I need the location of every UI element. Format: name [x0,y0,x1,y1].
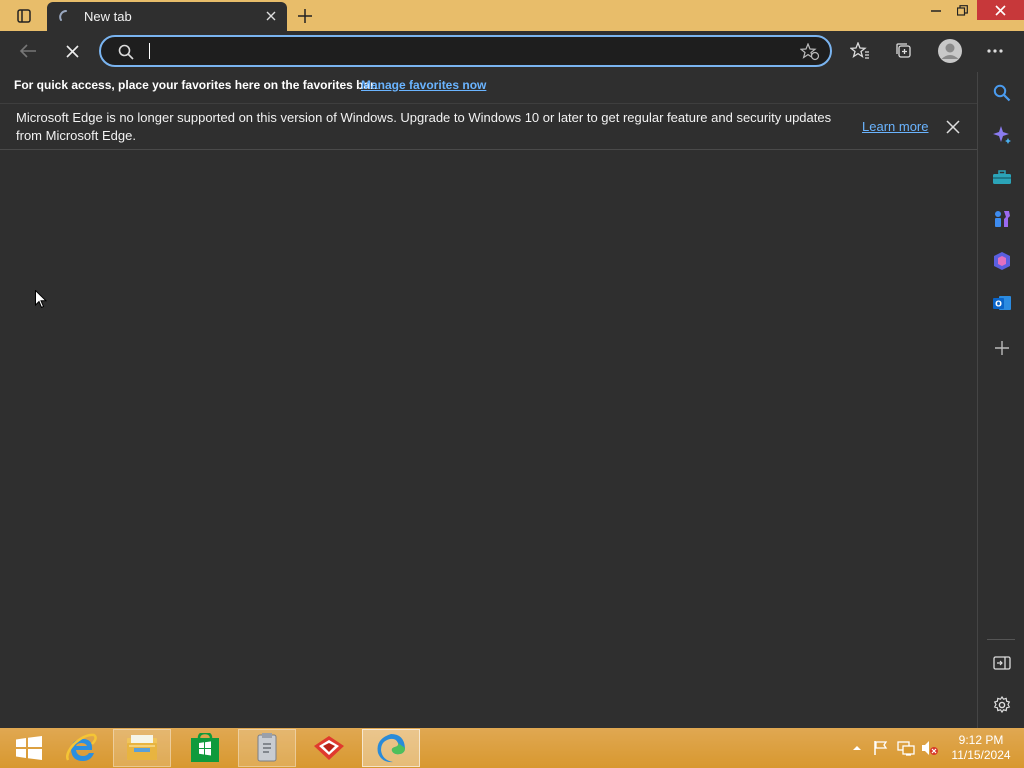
collections-icon [896,43,911,58]
sparkle-icon [993,126,1011,144]
svg-text:O: O [995,300,1002,309]
tab-new-tab[interactable]: New tab [47,2,287,31]
close-icon [946,120,960,134]
start-button[interactable] [0,729,58,767]
search-icon [118,44,134,60]
address-bar[interactable] [99,35,832,67]
tab-actions-button[interactable] [8,6,40,26]
store-icon [191,733,219,762]
minimize-button[interactable] [924,0,948,20]
sidebar-outlook-button[interactable]: O [990,291,1014,315]
sidebar-tools-button[interactable] [990,165,1014,189]
chevron-up-icon [853,746,861,750]
address-input[interactable] [147,42,787,60]
office-icon [994,252,1010,270]
navigation-toolbar [0,31,1024,72]
toolbox-icon [993,170,1011,184]
search-icon [993,84,1011,102]
close-window-button[interactable] [977,0,1024,20]
sidebar-search-button[interactable] [990,81,1014,105]
taskbar-internet-explorer[interactable] [52,729,110,767]
infobar-close-button[interactable] [944,118,962,136]
system-clock[interactable]: 9:12 PM 11/15/2024 [946,733,1016,763]
favorites-button[interactable] [845,37,875,65]
taskbar-app[interactable] [238,729,296,767]
gear-icon [993,696,1011,714]
title-bar: New tab [0,0,1024,31]
sidebar-games-button[interactable] [990,207,1014,231]
sidebar-settings-button[interactable] [990,693,1014,717]
speaker-muted-icon [922,741,938,755]
collections-button[interactable] [889,37,919,65]
close-icon [266,11,276,21]
learn-more-link[interactable]: Learn more [862,119,928,134]
app-icon-red [314,736,344,760]
avatar-icon [938,39,962,63]
sidebar-divider [987,639,1015,640]
edge-icon [377,734,405,763]
settings-more-button[interactable] [980,37,1010,65]
plus-icon [995,341,1009,355]
back-button[interactable] [13,37,43,65]
network-icon [897,741,915,756]
tab-close-button[interactable] [263,8,279,24]
outlook-icon: O [993,296,1011,310]
text-caret [149,43,150,59]
taskbar-edge[interactable] [362,729,420,767]
clock-date: 11/15/2024 [951,748,1011,762]
app-icon [257,733,277,762]
network-button[interactable] [897,738,915,758]
taskbar-file-explorer[interactable] [113,729,171,767]
plus-icon [298,9,312,23]
volume-button[interactable] [921,738,939,758]
taskbar: 9:12 PM 11/15/2024 [0,728,1024,768]
sidebar-add-button[interactable] [990,336,1014,360]
close-icon [995,4,1006,16]
clock-time: 9:12 PM [958,733,1004,747]
chess-piece-icon [995,211,1010,227]
file-explorer-icon [127,735,157,760]
restore-icon [956,4,968,16]
sidebar-office-button[interactable] [990,249,1014,273]
taskbar-store[interactable] [176,729,234,767]
stop-icon [65,44,79,58]
favorites-bar: For quick access, place your favorites h… [0,72,977,103]
hide-sidebar-icon [993,656,1011,670]
new-tab-button[interactable] [294,5,316,27]
internet-explorer-icon [66,733,97,761]
taskbar-app-red[interactable] [300,729,358,767]
add-favorite-icon[interactable] [800,43,820,61]
tab-actions-icon [17,9,31,23]
profile-button[interactable] [935,37,965,65]
edge-sidebar: O [977,72,1024,728]
windows-logo-icon [16,736,42,760]
manage-favorites-link[interactable]: Manage favorites now [361,78,486,92]
tab-title: New tab [84,9,132,24]
minimize-icon [931,10,941,12]
page-content [0,150,977,728]
restore-button[interactable] [950,0,974,20]
stop-loading-button[interactable] [57,37,87,65]
infobar-message: Microsoft Edge is no longer supported on… [16,110,832,143]
back-arrow-icon [19,44,36,58]
sidebar-copilot-button[interactable] [990,123,1014,147]
unsupported-windows-infobar: Microsoft Edge is no longer supported on… [0,103,977,150]
mouse-cursor-icon [35,290,47,309]
action-center-button[interactable] [872,738,890,758]
favorites-bar-text: For quick access, place your favorites h… [14,78,378,92]
more-icon [987,49,1003,53]
sidebar-hide-button[interactable] [990,651,1014,675]
show-hidden-icons-button[interactable] [850,738,864,758]
flag-icon [874,741,888,755]
loading-icon [59,10,67,21]
favorites-icon [850,42,869,59]
